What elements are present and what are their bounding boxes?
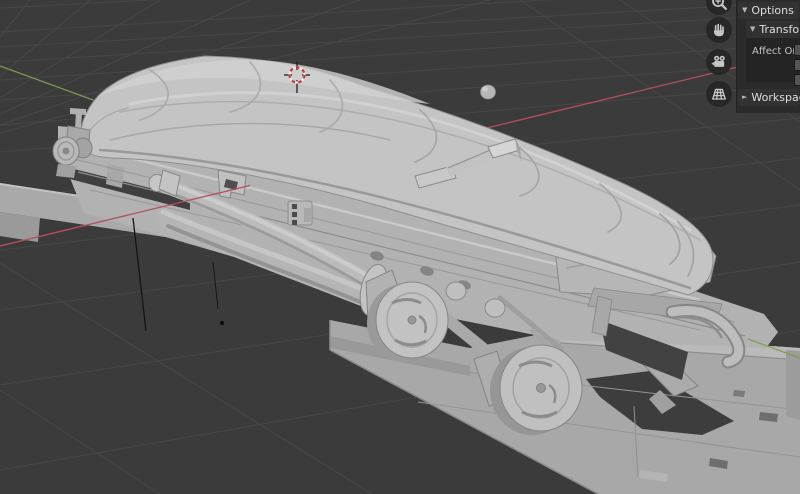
affect-only-checkboxes	[794, 44, 800, 86]
panel-header-options[interactable]: ▼ Options	[738, 2, 799, 19]
disclosure-triangle-icon: ▼	[742, 7, 747, 14]
sphere-object[interactable]	[481, 85, 496, 99]
viewport-canvas[interactable]	[0, 0, 800, 494]
grid-icon	[709, 84, 729, 104]
move-view-button[interactable]	[706, 17, 732, 43]
affect-only-checkbox[interactable]	[794, 44, 800, 56]
magnifier-icon	[708, 0, 730, 13]
sidebar-panel: ▼ Options ▼ Transform Affect Only ► Work…	[736, 0, 800, 113]
affect-only-label: Affect Only	[752, 47, 800, 57]
panel-header-transform[interactable]: ▼ Transform	[746, 21, 799, 38]
affect-only-checkbox[interactable]	[794, 59, 800, 71]
camera-icon	[709, 52, 729, 72]
panel-label-transform: Transform	[759, 24, 800, 35]
hand-icon	[709, 20, 729, 40]
disclosure-triangle-icon: ▼	[750, 26, 755, 33]
disclosure-triangle-icon: ►	[742, 94, 747, 101]
panel-header-workspace[interactable]: ► Workspace	[738, 89, 799, 106]
panel-label-workspace: Workspace	[751, 92, 800, 103]
blender-3d-viewport: ▼ Options ▼ Transform Affect Only ► Work…	[0, 0, 800, 494]
transform-panel-body: Affect Only	[746, 38, 800, 82]
panel-label-options: Options	[751, 5, 793, 16]
camera-view-button[interactable]	[706, 49, 732, 75]
toggle-projection-button[interactable]	[706, 81, 732, 107]
affect-only-checkbox[interactable]	[794, 74, 800, 86]
zoom-button[interactable]	[706, 0, 732, 15]
